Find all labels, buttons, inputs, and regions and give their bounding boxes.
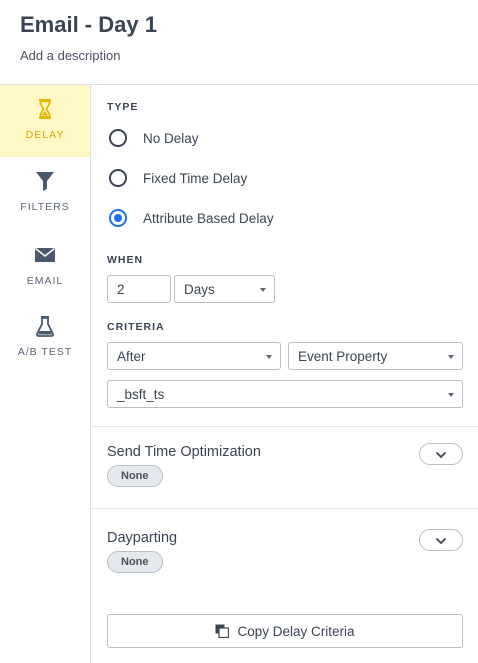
dayparting-title: Dayparting <box>107 530 178 546</box>
type-section-label: TYPE <box>107 101 139 113</box>
sidebar-item-ab-test[interactable]: A/B TEST <box>0 302 90 374</box>
divider <box>91 426 478 427</box>
page-header: Email - Day 1 Add a description <box>0 0 478 85</box>
criteria-source-select[interactable]: Event Property <box>288 342 463 370</box>
flask-icon <box>34 314 56 338</box>
criteria-property-select[interactable]: _bsft_ts <box>107 380 463 408</box>
radio-attribute-based-delay[interactable]: Attribute Based Delay <box>107 206 274 230</box>
radio-circle[interactable] <box>109 209 127 227</box>
sidebar-item-label: DELAY <box>25 129 65 141</box>
copy-icon <box>215 624 230 638</box>
envelope-icon <box>34 243 56 267</box>
copy-button-label: Copy Delay Criteria <box>237 623 355 639</box>
caret-down-icon <box>260 288 266 292</box>
dayparting-expand-button[interactable] <box>419 529 463 551</box>
divider <box>91 508 478 509</box>
funnel-icon <box>34 169 56 193</box>
caret-down-icon <box>448 355 454 359</box>
send-time-optimization-title: Send Time Optimization <box>107 444 261 460</box>
delay-unit-select[interactable]: Days <box>174 275 275 303</box>
copy-delay-criteria-button[interactable]: Copy Delay Criteria <box>107 614 463 648</box>
radio-label: Attribute Based Delay <box>143 210 274 226</box>
sidebar-item-email[interactable]: EMAIL <box>0 231 90 303</box>
radio-circle[interactable] <box>109 129 127 147</box>
description-field[interactable]: Add a description <box>20 48 120 63</box>
radio-no-delay[interactable]: No Delay <box>107 126 199 150</box>
send-time-optimization-expand-button[interactable] <box>419 443 463 465</box>
when-section-label: WHEN <box>107 254 144 266</box>
criteria-section-label: CRITERIA <box>107 321 165 333</box>
radio-label: No Delay <box>143 130 199 146</box>
radio-circle[interactable] <box>109 169 127 187</box>
sidebar-item-label: FILTERS <box>20 201 70 213</box>
page-title: Email - Day 1 <box>20 12 157 37</box>
caret-down-icon <box>448 393 454 397</box>
hourglass-icon <box>34 97 56 121</box>
radio-label: Fixed Time Delay <box>143 170 248 186</box>
sidebar: DELAY FILTERS EMAIL A/B TEST <box>0 85 91 663</box>
caret-down-icon <box>266 355 272 359</box>
radio-fixed-time-delay[interactable]: Fixed Time Delay <box>107 166 247 190</box>
dayparting-status-badge: None <box>107 551 163 573</box>
delay-amount-input[interactable]: 2 <box>107 275 171 303</box>
delay-settings-panel: TYPE No Delay Fixed Time Delay Attribute… <box>91 85 478 663</box>
sidebar-item-label: EMAIL <box>26 275 64 287</box>
sidebar-item-label: A/B TEST <box>17 346 73 358</box>
criteria-relation-select[interactable]: After <box>107 342 281 370</box>
chevron-down-icon <box>435 537 447 545</box>
sidebar-item-filters[interactable]: FILTERS <box>0 157 90 229</box>
send-time-optimization-status-badge: None <box>107 465 163 487</box>
sidebar-item-delay[interactable]: DELAY <box>0 85 90 157</box>
chevron-down-icon <box>435 451 447 459</box>
